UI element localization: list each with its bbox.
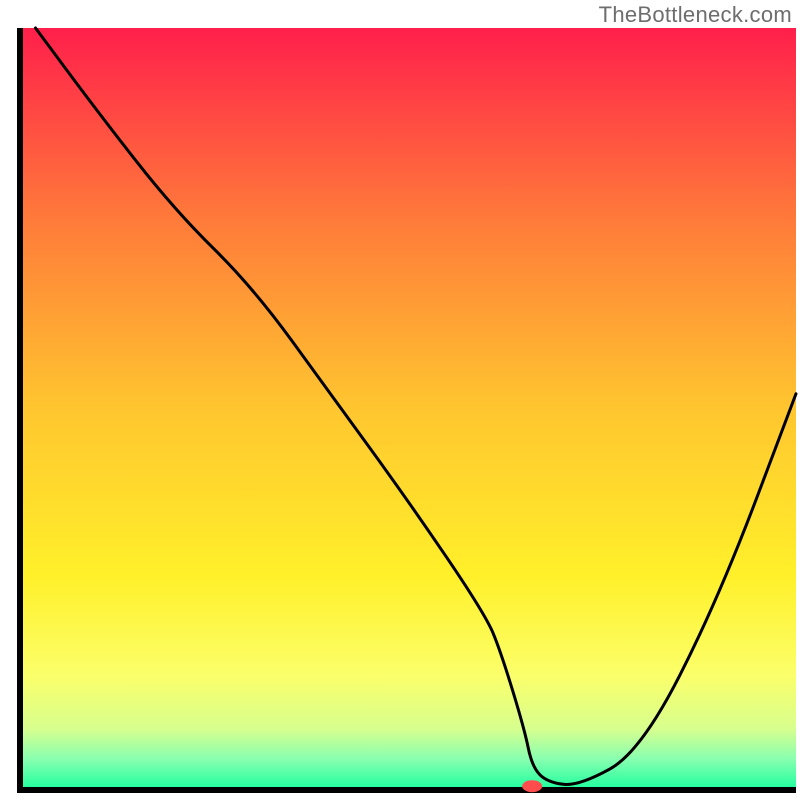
chart-container: TheBottleneck.com	[0, 0, 800, 800]
watermark-text: TheBottleneck.com	[599, 2, 792, 28]
data-marker	[522, 780, 542, 792]
bottleneck-chart	[0, 0, 800, 800]
